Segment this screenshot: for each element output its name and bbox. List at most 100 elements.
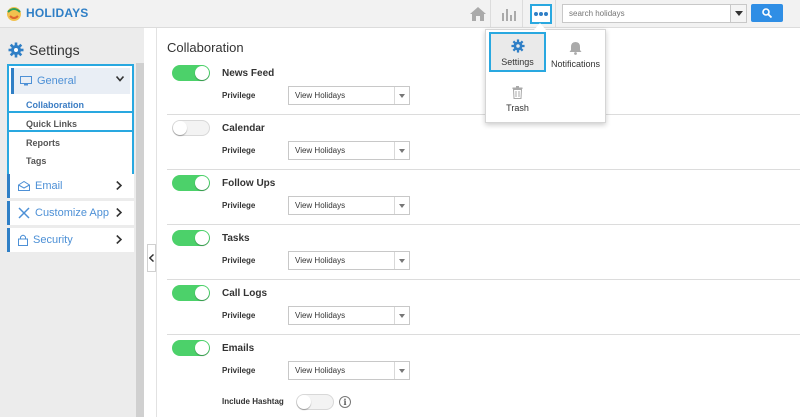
sidebar-item-label: Security <box>33 234 73 246</box>
select-value: View Holidays <box>295 201 346 210</box>
select-value: View Holidays <box>295 91 346 100</box>
privilege-label: Privilege <box>222 256 256 265</box>
more-menu-button[interactable] <box>530 4 552 24</box>
menu-item-trash[interactable]: Trash <box>489 76 546 116</box>
bell-icon <box>569 42 582 55</box>
email-icon <box>18 181 30 191</box>
privilege-select[interactable]: View Holidays <box>288 306 410 325</box>
home-icon[interactable] <box>467 4 489 24</box>
emails-toggle[interactable] <box>172 340 210 356</box>
page-title: Collaboration <box>167 40 244 55</box>
info-icon[interactable]: i <box>339 396 351 408</box>
search-filter-dropdown[interactable] <box>730 5 746 22</box>
include-hashtag-toggle[interactable] <box>296 394 334 410</box>
caret-down-icon <box>399 313 405 318</box>
sidebar-item-customize-app[interactable]: Customize App <box>7 201 134 225</box>
sidebar-scrollbar[interactable] <box>136 63 144 417</box>
sidebar-item-label: Email <box>35 180 63 192</box>
more-icon <box>534 12 548 16</box>
divider <box>490 0 491 28</box>
follow-ups-toggle[interactable] <box>172 175 210 191</box>
app-brand: HOLIDAYS <box>26 6 89 20</box>
chevron-right-icon <box>116 208 122 217</box>
toggle-knob <box>195 176 209 190</box>
privilege-select[interactable]: View Holidays <box>288 361 410 380</box>
calendar-toggle[interactable] <box>172 120 210 136</box>
news-feed-toggle[interactable] <box>172 65 210 81</box>
select-value: View Holidays <box>295 311 346 320</box>
divider <box>167 114 800 115</box>
search-input[interactable] <box>563 5 728 22</box>
monitor-icon <box>20 76 32 86</box>
chevron-down-icon <box>116 76 124 82</box>
privilege-label: Privilege <box>222 201 256 210</box>
sidebar-header: Settings <box>8 42 80 58</box>
privilege-select[interactable]: View Holidays <box>288 196 410 215</box>
search-button[interactable] <box>751 4 783 22</box>
chevron-left-icon <box>149 254 154 262</box>
caret-down-icon <box>399 203 405 208</box>
divider <box>167 279 800 280</box>
sidebar-subitem-tags[interactable]: Tags <box>26 156 46 166</box>
caret-down-icon <box>399 93 405 98</box>
divider <box>167 169 800 170</box>
more-menu-popup: Settings Notifications Trash <box>485 23 606 123</box>
select-value: View Holidays <box>295 146 346 155</box>
sidebar-item-security[interactable]: Security <box>7 228 134 252</box>
toggle-knob <box>195 286 209 300</box>
menu-item-label: Trash <box>506 103 529 113</box>
sidebar-subitem-reports[interactable]: Reports <box>26 138 60 148</box>
sidebar-subitem-collaboration[interactable]: Collaboration <box>26 100 84 110</box>
caret-down-icon <box>399 148 405 153</box>
divider <box>522 0 523 28</box>
lock-icon <box>18 234 28 246</box>
toggle-knob <box>195 66 209 80</box>
tasks-toggle[interactable] <box>172 230 210 246</box>
menu-item-label: Notifications <box>550 59 601 69</box>
chevron-right-icon <box>116 235 122 244</box>
toggle-knob <box>173 121 187 135</box>
chevron-down-icon <box>734 11 743 16</box>
sidebar: Settings General Collaboration Quick Lin… <box>0 28 144 417</box>
feature-label: Call Logs <box>222 288 268 299</box>
menu-item-notifications[interactable]: Notifications <box>547 32 604 72</box>
caret-down-icon <box>399 368 405 373</box>
chart-icon[interactable] <box>498 4 520 24</box>
divider <box>167 334 800 335</box>
select-value: View Holidays <box>295 366 346 375</box>
sidebar-title: Settings <box>29 42 80 58</box>
divider <box>555 0 556 28</box>
trash-icon <box>512 86 523 99</box>
caret-down-icon <box>399 258 405 263</box>
search-box <box>562 4 747 23</box>
privilege-label: Privilege <box>222 366 256 375</box>
popup-caret <box>534 23 546 30</box>
privilege-select[interactable]: View Holidays <box>288 86 410 105</box>
sidebar-item-label: Customize App <box>35 207 109 219</box>
sidebar-item-label: General <box>37 75 77 87</box>
privilege-label: Privilege <box>222 146 256 155</box>
privilege-select[interactable]: View Holidays <box>288 141 410 160</box>
sidebar-item-general[interactable]: General <box>11 68 130 94</box>
privilege-select[interactable]: View Holidays <box>288 251 410 270</box>
include-hashtag-label: Include Hashtag <box>222 397 284 406</box>
sidebar-item-email[interactable]: Email <box>7 174 134 198</box>
divider <box>156 28 157 417</box>
toggle-knob <box>297 395 311 409</box>
feature-label: Tasks <box>222 233 250 244</box>
call-logs-toggle[interactable] <box>172 285 210 301</box>
collapse-sidebar-button[interactable] <box>147 244 156 272</box>
gear-icon <box>8 42 24 58</box>
menu-item-label: Settings <box>501 57 534 67</box>
feature-label: Follow Ups <box>222 178 276 189</box>
feature-label: News Feed <box>222 68 275 79</box>
app-logo-icon <box>7 7 21 21</box>
chevron-right-icon <box>116 181 122 190</box>
privilege-label: Privilege <box>222 311 256 320</box>
menu-item-settings[interactable]: Settings <box>489 32 546 72</box>
quick-links-highlight <box>7 111 134 132</box>
select-value: View Holidays <box>295 256 346 265</box>
toggle-knob <box>195 231 209 245</box>
top-bar: HOLIDAYS <box>0 0 800 28</box>
search-icon <box>762 8 772 18</box>
